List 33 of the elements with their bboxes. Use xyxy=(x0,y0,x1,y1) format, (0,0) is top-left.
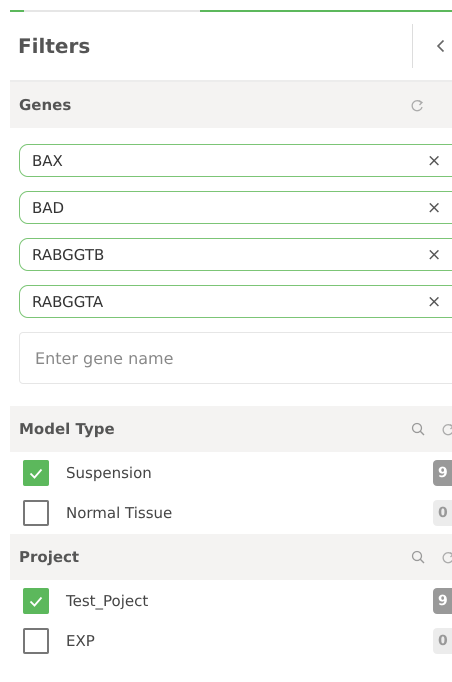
section-title: Genes xyxy=(19,96,72,114)
panel-title: Filters xyxy=(17,34,92,58)
search-icon[interactable] xyxy=(411,422,425,436)
count-badge: 0 xyxy=(433,500,452,526)
reset-icon[interactable] xyxy=(442,422,452,436)
option-label: EXP xyxy=(66,632,96,650)
option-label: Suspension xyxy=(66,464,153,482)
count-badge: 9 xyxy=(433,460,452,486)
checkbox[interactable] xyxy=(23,500,49,526)
reset-icon[interactable] xyxy=(442,550,452,564)
section-title: Model Type xyxy=(19,420,116,438)
reset-icon[interactable] xyxy=(411,98,424,112)
search-icon[interactable] xyxy=(411,550,425,564)
checkbox[interactable] xyxy=(23,628,49,654)
chip-label: RABGGTA xyxy=(32,292,104,310)
option-label: Test_Poject xyxy=(66,592,150,610)
chip-label: BAD xyxy=(32,198,66,216)
remove-button[interactable]: × xyxy=(427,244,442,264)
checkbox[interactable] xyxy=(23,588,49,614)
option-label: Normal Tissue xyxy=(66,504,174,522)
checkbox[interactable] xyxy=(23,460,49,486)
count-badge: 0 xyxy=(433,628,452,654)
check-icon xyxy=(29,596,43,606)
remove-button[interactable]: × xyxy=(427,150,442,170)
gene-input-field[interactable]: Enter gene name xyxy=(19,332,452,384)
chip-label: BAX xyxy=(32,152,64,170)
check-icon xyxy=(29,468,43,478)
remove-button[interactable]: × xyxy=(427,292,442,312)
collapse-chevron-icon[interactable] xyxy=(436,39,445,53)
section-title: Project xyxy=(19,548,80,566)
chip-label: RABGGTB xyxy=(32,246,106,264)
remove-button[interactable]: × xyxy=(427,198,442,218)
count-badge: 9 xyxy=(433,588,452,614)
